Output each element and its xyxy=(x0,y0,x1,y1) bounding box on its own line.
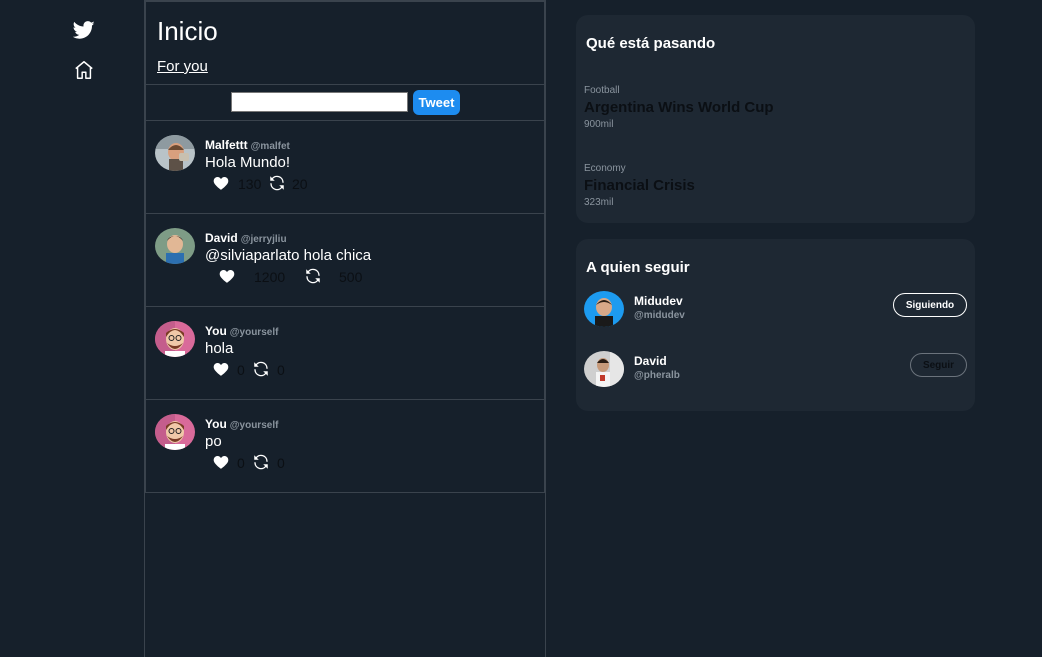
like-count: 1200 xyxy=(254,269,286,285)
heart-icon[interactable] xyxy=(212,174,230,192)
home-icon[interactable] xyxy=(73,59,95,81)
tweet-author: You @yourself xyxy=(205,417,279,431)
trend-title: Argentina Wins World Cup xyxy=(584,99,774,116)
tweet-item[interactable]: Malfettt @malfet Hola Mundo! 130 20 xyxy=(145,121,545,214)
heart-icon[interactable] xyxy=(218,267,236,285)
heart-icon[interactable] xyxy=(212,453,230,471)
like-count: 0 xyxy=(237,362,245,378)
tweet-author: You @yourself xyxy=(205,324,279,338)
heart-icon[interactable] xyxy=(212,360,230,378)
follow-handle: @pheralb xyxy=(634,370,680,381)
retweet-icon[interactable] xyxy=(268,174,286,192)
tweet-handle: @malfet xyxy=(250,141,290,152)
tweet-text: @silviaparlato hola chica xyxy=(205,247,372,264)
avatar[interactable] xyxy=(584,291,624,327)
tweet-composer: Tweet xyxy=(145,85,545,121)
like-count: 130 xyxy=(238,176,262,192)
following-button[interactable]: Siguiendo xyxy=(893,293,967,317)
tweet-input[interactable] xyxy=(231,92,408,112)
tweet-text: hola xyxy=(205,340,234,357)
follow-name: Midudev xyxy=(634,294,683,308)
tweet-text: po xyxy=(205,433,222,450)
trend-title: Financial Crisis xyxy=(584,177,695,194)
trends-title: Qué está pasando xyxy=(586,35,716,52)
trend-count: 323mil xyxy=(584,197,614,208)
feed-header: Inicio For you xyxy=(145,0,545,85)
retweet-icon[interactable] xyxy=(252,453,270,471)
who-to-follow-panel: A quien seguir Midudev @midudev Siguiend… xyxy=(576,239,975,411)
follow-button[interactable]: Seguir xyxy=(910,353,967,377)
tweet-text: Hola Mundo! xyxy=(205,154,291,171)
tweet-handle: @jerryjliu xyxy=(240,234,287,245)
follow-name: David xyxy=(634,354,667,368)
follow-handle: @midudev xyxy=(634,310,685,321)
left-navigation xyxy=(0,0,145,657)
trend-category: Football xyxy=(584,85,620,96)
tweet-item[interactable]: David @jerryjliu @silviaparlato hola chic… xyxy=(145,214,545,307)
avatar[interactable] xyxy=(155,414,195,450)
avatar[interactable] xyxy=(584,351,624,387)
retweet-count: 0 xyxy=(277,455,285,471)
retweet-icon[interactable] xyxy=(252,360,270,378)
page-title: Inicio xyxy=(157,16,218,46)
retweet-count: 500 xyxy=(339,269,363,285)
tweet-item[interactable]: You @yourself hola 0 0 xyxy=(145,307,545,400)
tweet-item[interactable]: You @yourself po 0 0 xyxy=(145,400,545,493)
twitter-bird-icon[interactable] xyxy=(73,19,95,41)
avatar[interactable] xyxy=(155,135,195,171)
tweet-author: David @jerryjliu xyxy=(205,231,287,245)
retweet-count: 20 xyxy=(292,176,308,192)
trend-category: Economy xyxy=(584,163,626,174)
follow-title: A quien seguir xyxy=(586,259,690,276)
avatar[interactable] xyxy=(155,321,195,357)
tweet-button[interactable]: Tweet xyxy=(413,90,460,115)
avatar[interactable] xyxy=(155,228,195,264)
tweet-author: Malfettt @malfet xyxy=(205,138,290,152)
trend-count: 900mil xyxy=(584,119,614,130)
tab-for-you[interactable]: For you xyxy=(157,58,208,75)
trends-panel: Qué está pasando Football Argentina Wins… xyxy=(576,15,975,223)
like-count: 0 xyxy=(237,455,245,471)
tweet-handle: @yourself xyxy=(229,420,279,431)
tweet-handle: @yourself xyxy=(229,327,279,338)
retweet-count: 0 xyxy=(277,362,285,378)
retweet-icon[interactable] xyxy=(304,267,322,285)
timeline-feed: Inicio For you Tweet Malfettt @malfet Hol… xyxy=(144,0,546,657)
